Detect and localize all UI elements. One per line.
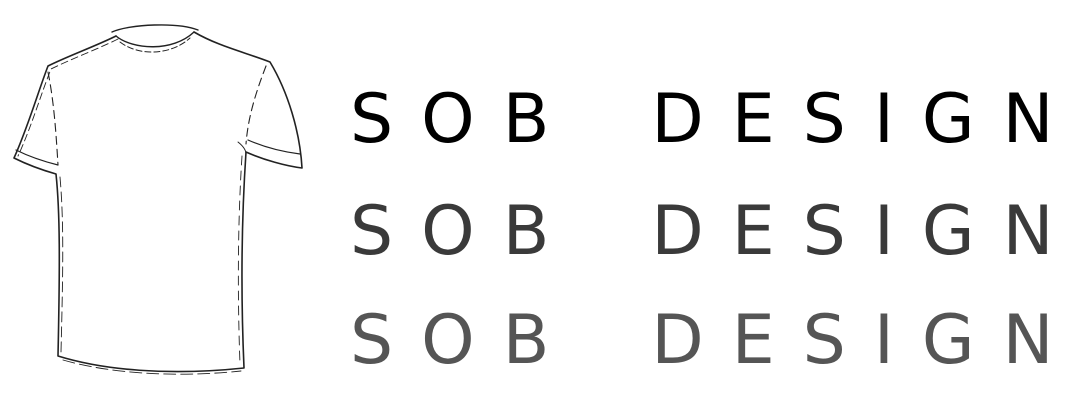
logo-word-sob: SOB bbox=[350, 301, 578, 380]
logo-word-design: DESIGN bbox=[651, 192, 1068, 271]
logo-word-sob: SOB bbox=[350, 80, 578, 159]
logo-row: SOB DESIGN bbox=[350, 307, 1068, 375]
logo-row: SOB DESIGN bbox=[350, 86, 1068, 154]
logo-row: SOB DESIGN bbox=[350, 198, 1068, 266]
logo-word-sob: SOB bbox=[350, 192, 578, 271]
logo-word-design: DESIGN bbox=[651, 301, 1068, 380]
logo-word-design: DESIGN bbox=[651, 80, 1068, 159]
t-shirt-sketch-icon bbox=[8, 22, 308, 392]
